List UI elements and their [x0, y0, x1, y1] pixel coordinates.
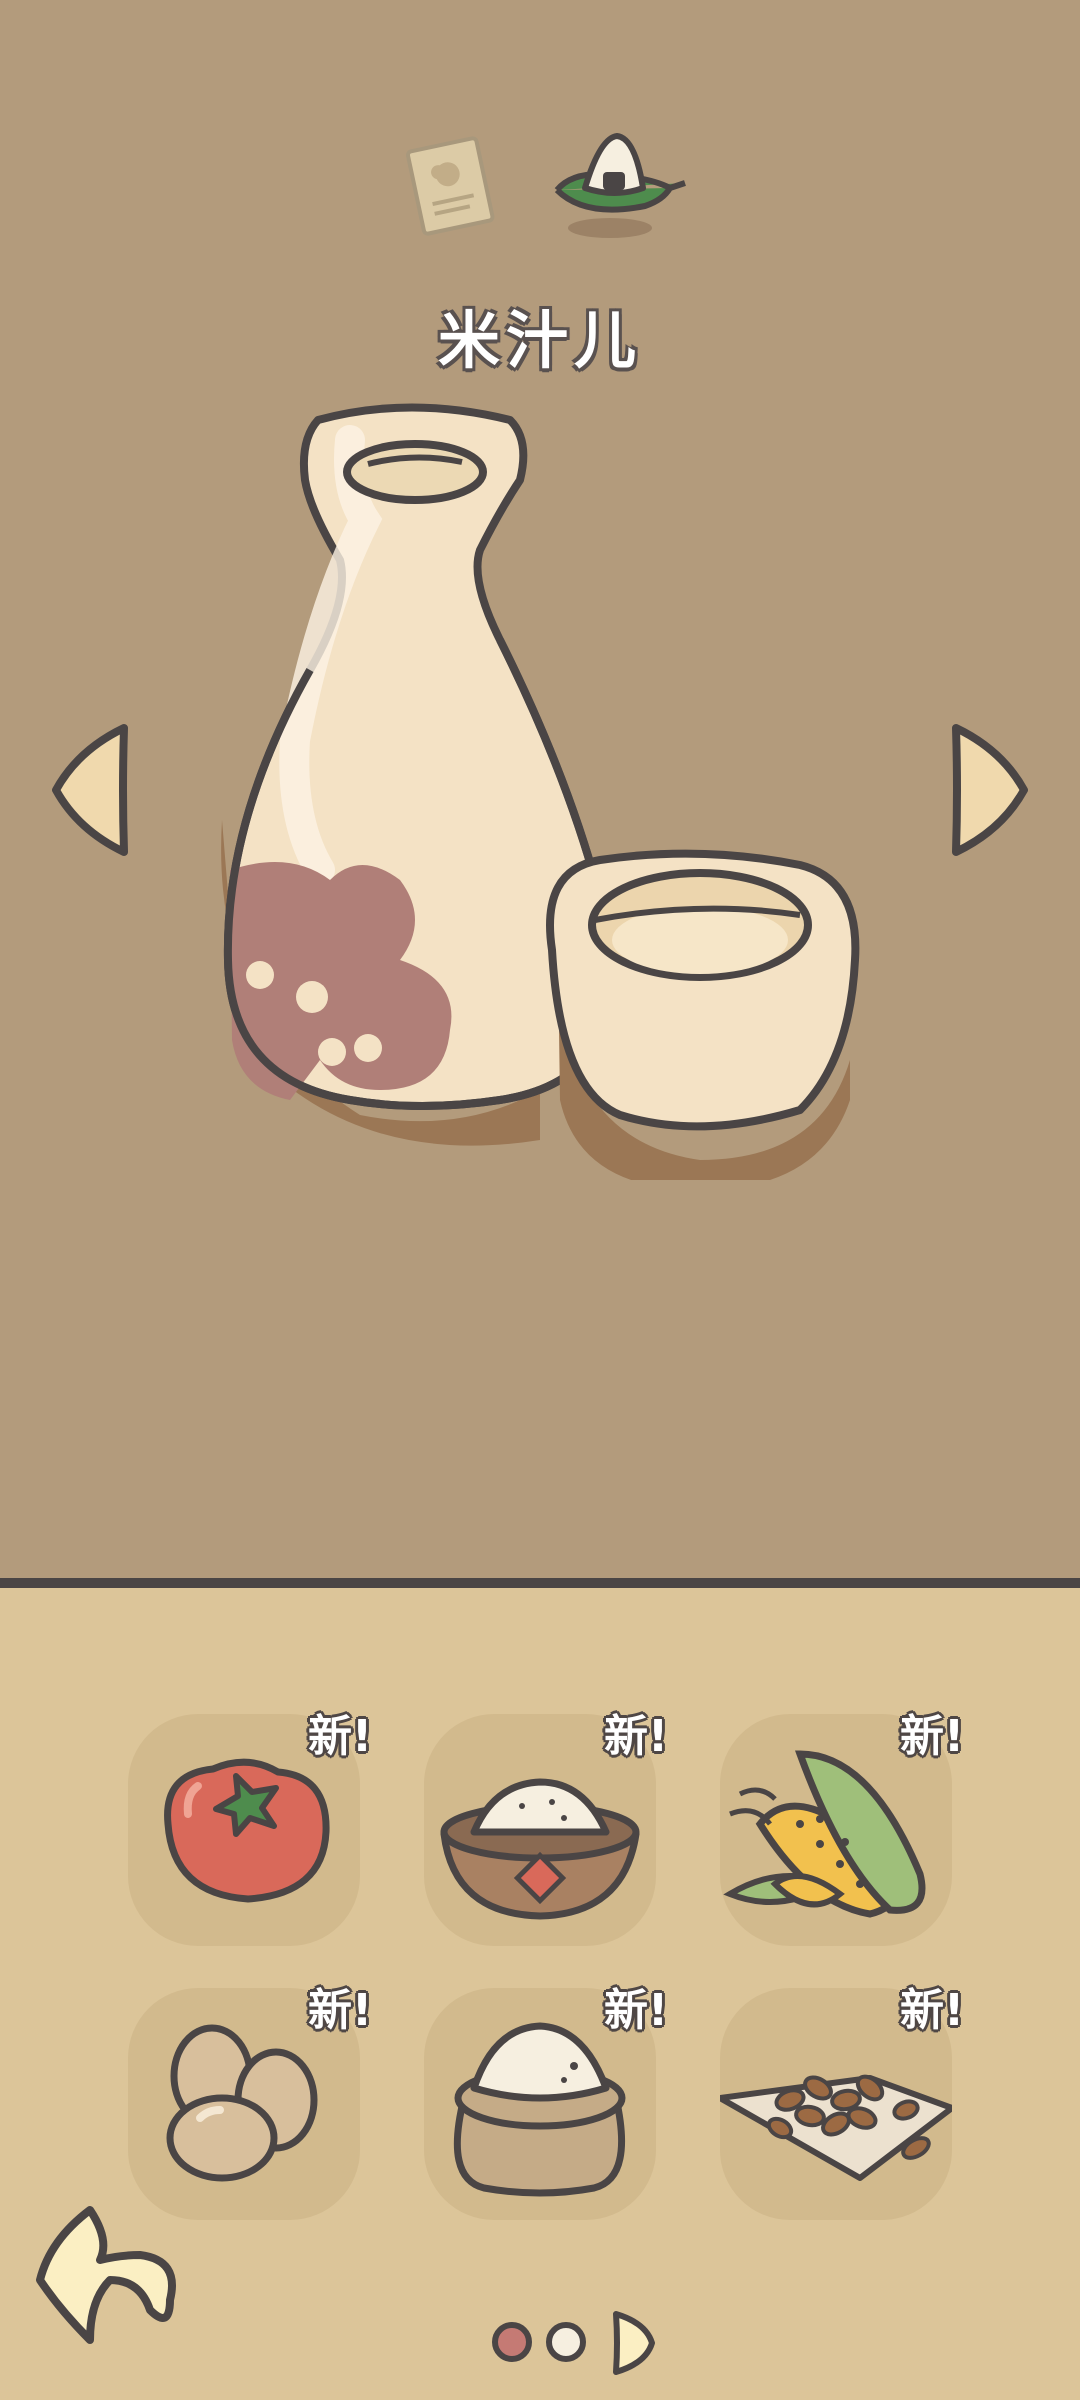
new-badge: 新! — [900, 1985, 965, 2036]
next-page-arrow-icon[interactable] — [608, 2308, 658, 2378]
page-dot-1[interactable] — [492, 2322, 532, 2362]
item-title: 米汁儿 — [437, 304, 642, 377]
right-arrow-icon[interactable] — [944, 720, 1032, 860]
recipe-card-icon[interactable] — [395, 130, 505, 240]
sake-bottle-and-cup-icon — [200, 400, 880, 1190]
new-badge: 新! — [308, 1711, 373, 1762]
left-arrow-icon[interactable] — [48, 720, 136, 860]
back-arrow-icon[interactable] — [30, 2200, 190, 2350]
rice-ball-icon[interactable] — [545, 128, 695, 243]
new-badge: 新! — [308, 1985, 373, 2036]
new-badge: 新! — [900, 1711, 965, 1762]
new-badge: 新! — [604, 1985, 669, 2036]
new-badge: 新! — [604, 1711, 669, 1762]
page-dot-2[interactable] — [546, 2322, 586, 2362]
divider — [0, 1578, 1080, 1588]
